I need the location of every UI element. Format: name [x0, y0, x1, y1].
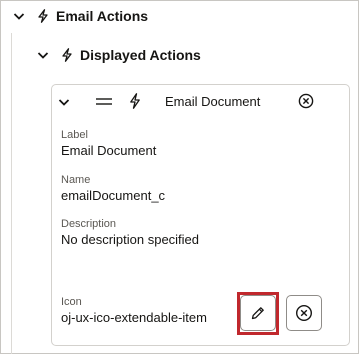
tree-indent-line — [11, 33, 12, 354]
label-field: Label Email Document — [61, 129, 156, 159]
field-value: emailDocument_c — [61, 188, 166, 203]
icon-field: Icon oj-ux-ico-extendable-item — [61, 296, 207, 326]
description-field: Description No description specified — [61, 218, 199, 248]
action-card: Email Document Label Email Document Name… — [51, 84, 350, 346]
lightning-bolt-icon — [130, 93, 140, 109]
field-value: Email Document — [61, 143, 157, 158]
subgroup-displayed-actions[interactable]: Displayed Actions — [36, 45, 201, 65]
edit-icon-button[interactable] — [240, 295, 276, 331]
remove-circle-icon[interactable] — [298, 93, 314, 109]
field-value: No description specified — [61, 232, 200, 247]
chevron-down-icon[interactable] — [36, 48, 50, 62]
clear-icon-button[interactable] — [286, 295, 322, 331]
name-field: Name emailDocument_c — [61, 174, 165, 204]
field-value: oj-ux-ico-extendable-item — [61, 310, 207, 325]
group-email-actions[interactable]: Email Actions — [12, 6, 148, 26]
chevron-down-icon[interactable] — [57, 95, 71, 109]
chevron-down-icon[interactable] — [12, 9, 26, 23]
field-label: Label — [61, 129, 88, 141]
field-label: Icon — [61, 296, 82, 308]
field-label: Description — [61, 218, 117, 230]
subgroup-title: Displayed Actions — [80, 47, 201, 63]
pencil-icon — [251, 307, 264, 320]
card-title: Email Document — [165, 94, 261, 109]
field-label: Name — [61, 174, 91, 186]
lightning-bolt-icon — [38, 9, 48, 23]
drag-handle-icon[interactable] — [96, 97, 112, 107]
card-header: Email Document — [52, 85, 349, 119]
remove-circle-icon — [295, 304, 313, 322]
group-title: Email Actions — [56, 8, 149, 24]
lightning-bolt-icon — [62, 48, 72, 62]
